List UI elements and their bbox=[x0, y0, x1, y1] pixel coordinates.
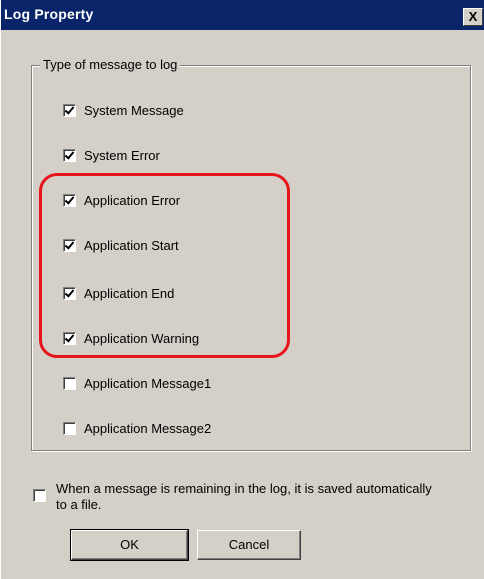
message-type-groupbox bbox=[31, 65, 471, 451]
title-bar: Log Property X bbox=[1, 0, 484, 30]
ok-button[interactable]: OK bbox=[70, 529, 189, 561]
checkbox-box[interactable] bbox=[63, 193, 76, 207]
autosave-option[interactable]: When a message is remaining in the log, … bbox=[33, 481, 436, 513]
group-legend: Type of message to log bbox=[40, 57, 181, 72]
checkbox-application-message2[interactable]: Application Message2 bbox=[63, 418, 211, 438]
checkbox-label[interactable]: Application Message1 bbox=[84, 376, 211, 391]
log-property-dialog: Log Property X Type of message to log Sy… bbox=[0, 0, 484, 579]
checkbox-application-message1[interactable]: Application Message1 bbox=[63, 373, 211, 393]
close-icon: X bbox=[468, 9, 478, 24]
checkbox-label[interactable]: System Message bbox=[84, 103, 184, 118]
checkbox-application-end[interactable]: Application End bbox=[63, 283, 174, 303]
checkbox-label[interactable]: System Error bbox=[84, 148, 160, 163]
checkbox-box[interactable] bbox=[63, 286, 76, 300]
checkbox-label[interactable]: Application Start bbox=[84, 238, 179, 253]
window-title: Log Property bbox=[4, 6, 94, 22]
checkbox-box[interactable] bbox=[63, 148, 76, 162]
autosave-label[interactable]: When a message is remaining in the log, … bbox=[56, 481, 436, 513]
checkbox-label[interactable]: Application End bbox=[84, 286, 174, 301]
checkbox-box[interactable] bbox=[63, 238, 76, 252]
checkbox-label[interactable]: Application Error bbox=[84, 193, 180, 208]
checkbox-system-error[interactable]: System Error bbox=[63, 145, 160, 165]
checkbox-box[interactable] bbox=[63, 376, 76, 390]
cancel-button[interactable]: Cancel bbox=[197, 530, 301, 560]
checkbox-application-error[interactable]: Application Error bbox=[63, 190, 180, 210]
checkbox-box[interactable] bbox=[63, 331, 76, 345]
checkbox-system-message[interactable]: System Message bbox=[63, 100, 184, 120]
checkbox-application-warning[interactable]: Application Warning bbox=[63, 328, 199, 348]
checkbox-label[interactable]: Application Message2 bbox=[84, 421, 211, 436]
checkbox-label[interactable]: Application Warning bbox=[84, 331, 199, 346]
checkbox-box[interactable] bbox=[63, 103, 76, 117]
checkbox-application-start[interactable]: Application Start bbox=[63, 235, 179, 255]
autosave-checkbox[interactable] bbox=[33, 489, 46, 502]
close-button[interactable]: X bbox=[463, 8, 483, 26]
checkbox-box[interactable] bbox=[63, 421, 76, 435]
